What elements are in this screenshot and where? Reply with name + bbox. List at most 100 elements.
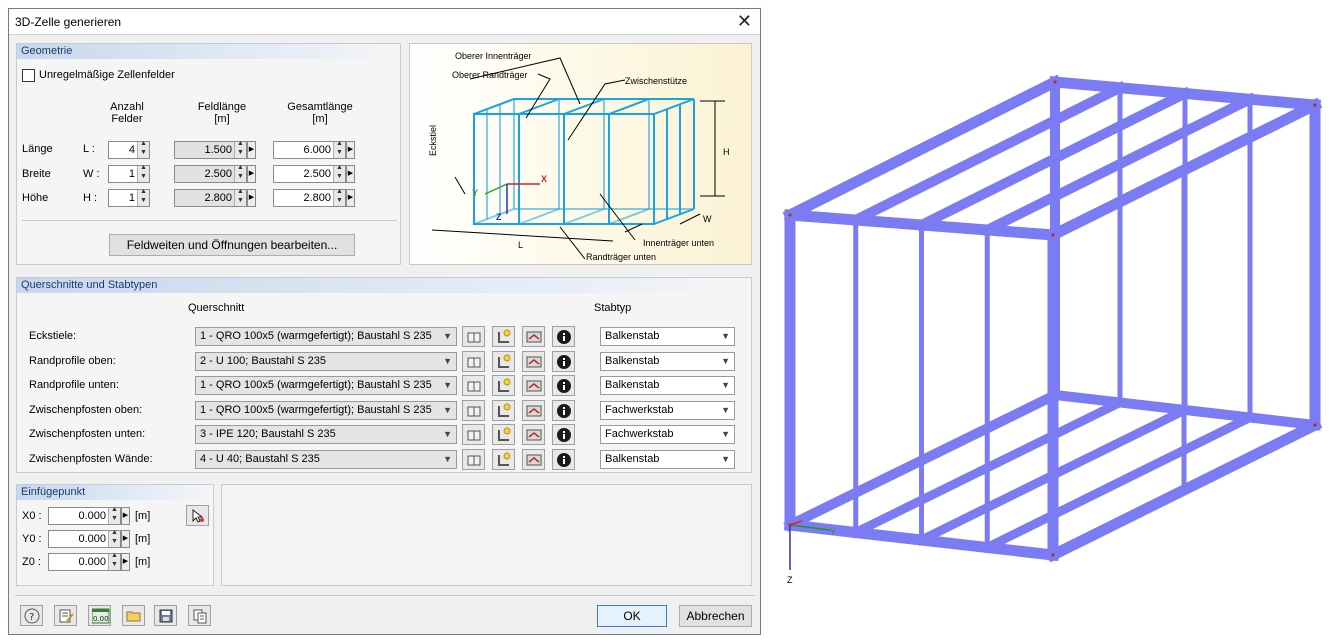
node-point[interactable] — [1313, 423, 1317, 427]
3d-model-view[interactable]: Y Z — [770, 70, 1330, 590]
new-section-button[interactable] — [492, 448, 515, 470]
edit-button[interactable] — [54, 605, 77, 626]
section-library-button[interactable] — [462, 350, 485, 372]
arrow-right-icon[interactable]: ▶ — [247, 189, 256, 207]
new-section-button[interactable] — [492, 326, 515, 347]
height-field-spinner[interactable]: 2.800 ▶ — [174, 188, 256, 207]
close-icon[interactable]: ✕ — [737, 11, 752, 32]
width-total-spinner[interactable]: 2.500 ▶ — [273, 164, 355, 183]
edit-section-button[interactable] — [522, 350, 545, 372]
spin-arrows-icon[interactable] — [333, 188, 345, 206]
open-button[interactable] — [122, 605, 145, 626]
new-section-button[interactable] — [492, 350, 515, 372]
edit-section-button[interactable] — [522, 424, 545, 445]
edit-section-button[interactable] — [522, 448, 545, 470]
section-info-button[interactable] — [552, 424, 575, 445]
arrow-right-icon[interactable]: ▶ — [121, 530, 130, 548]
member-type-select[interactable]: Fachwerkstab ▼ — [600, 425, 735, 444]
width-field-spinner[interactable]: 2.500 ▶ — [174, 164, 256, 183]
height-count-spinner[interactable]: 1 — [108, 188, 150, 207]
arrow-right-icon[interactable]: ▶ — [247, 165, 256, 183]
library-book-icon — [467, 430, 481, 441]
section-info-button[interactable] — [552, 399, 575, 421]
edit-field-widths-button[interactable]: Feldweiten und Öffnungen bearbeiten... — [109, 234, 355, 256]
height-total-spinner[interactable]: 2.800 ▶ — [273, 188, 355, 207]
ok-button[interactable]: OK — [597, 605, 667, 627]
section-info-button[interactable] — [552, 326, 575, 347]
section-info-button[interactable] — [552, 375, 575, 396]
insert-z-spinner[interactable]: 0.000 ▶ — [48, 552, 130, 571]
new-section-button[interactable] — [492, 399, 515, 421]
edit-section-button[interactable] — [522, 326, 545, 347]
section-library-button[interactable] — [462, 399, 485, 421]
col-felder-label: Felder — [111, 113, 143, 125]
arrow-right-icon[interactable]: ▶ — [247, 141, 256, 159]
section-library-button[interactable] — [462, 375, 485, 396]
cross-section-select[interactable]: 2 - U 100; Baustahl S 235 ▼ — [195, 351, 457, 371]
insert-z-value: 0.000 — [78, 556, 106, 568]
new-section-button[interactable] — [492, 424, 515, 445]
node-point[interactable] — [788, 523, 792, 527]
label-intermediate-post: Zwischenstütze — [625, 76, 688, 86]
length-total-spinner[interactable]: 6.000 ▶ — [273, 140, 355, 159]
section-info-button[interactable] — [552, 350, 575, 372]
section-library-button[interactable] — [462, 424, 485, 445]
cross-section-select[interactable]: 1 - QRO 100x5 (warmgefertigt); Baustahl … — [195, 400, 457, 420]
cross-section-select[interactable]: 1 - QRO 100x5 (warmgefertigt); Baustahl … — [195, 327, 457, 346]
arrow-right-icon[interactable]: ▶ — [346, 141, 355, 159]
node-point[interactable] — [1313, 103, 1317, 107]
arrow-right-icon[interactable]: ▶ — [121, 507, 130, 525]
member-type-select[interactable]: Balkenstab ▼ — [600, 449, 735, 469]
member-type-select[interactable]: Balkenstab ▼ — [600, 351, 735, 371]
section-library-button[interactable] — [462, 448, 485, 470]
length-field-spinner[interactable]: 1.500 ▶ — [174, 140, 256, 159]
save-button[interactable] — [154, 605, 177, 626]
spin-arrows-icon[interactable] — [108, 552, 120, 570]
spin-arrows-icon[interactable] — [333, 140, 345, 158]
section-library-button[interactable] — [462, 326, 485, 347]
node-point[interactable] — [1053, 80, 1057, 84]
insert-x-spinner[interactable]: 0.000 ▶ — [48, 506, 130, 525]
edit-section-button[interactable] — [522, 399, 545, 421]
spin-arrows-icon[interactable] — [137, 188, 149, 206]
member-type-select[interactable]: Fachwerkstab ▼ — [600, 400, 735, 420]
pick-point-button[interactable] — [186, 505, 209, 526]
width-count-spinner[interactable]: 1 — [108, 164, 150, 183]
spin-arrows-icon[interactable] — [333, 164, 345, 182]
spin-arrows-icon[interactable] — [234, 140, 246, 158]
top-edge-beam[interactable] — [782, 74, 1063, 223]
info-icon — [557, 403, 571, 418]
top-inner-beam[interactable] — [849, 81, 1127, 227]
edit-section-icon — [526, 331, 542, 343]
cross-section-select[interactable]: 1 - QRO 100x5 (warmgefertigt); Baustahl … — [195, 376, 457, 395]
spin-arrows-icon[interactable] — [108, 506, 120, 524]
member-type-select[interactable]: Balkenstab ▼ — [600, 327, 735, 346]
calculator-button[interactable]: 0.00 — [88, 605, 111, 626]
length-count-spinner[interactable]: 4 — [108, 140, 150, 159]
chevron-down-icon: ▼ — [721, 380, 730, 390]
spin-arrows-icon[interactable] — [137, 140, 149, 158]
insert-y-spinner[interactable]: 0.000 ▶ — [48, 529, 130, 548]
cancel-button[interactable]: Abbrechen — [679, 605, 752, 627]
node-point[interactable] — [1051, 553, 1055, 557]
irregular-fields-checkbox[interactable] — [22, 69, 35, 82]
node-point[interactable] — [1051, 233, 1055, 237]
cross-section-select[interactable]: 3 - IPE 120; Baustahl S 235 ▼ — [195, 425, 457, 444]
spin-arrows-icon[interactable] — [234, 164, 246, 182]
col-gesamtlaenge-unit: [m] — [312, 113, 328, 125]
node-point[interactable] — [788, 213, 792, 217]
copy-button[interactable] — [188, 605, 211, 626]
section-info-button[interactable] — [552, 448, 575, 470]
help-button[interactable]: ? — [20, 605, 43, 626]
arrow-right-icon[interactable]: ▶ — [121, 553, 130, 571]
spin-arrows-icon[interactable] — [108, 529, 120, 547]
spin-arrows-icon[interactable] — [137, 164, 149, 182]
edit-section-button[interactable] — [522, 375, 545, 396]
arrow-right-icon[interactable]: ▶ — [346, 189, 355, 207]
col-querschnitt-label: Querschnitt — [188, 302, 245, 314]
cross-section-select[interactable]: 4 - U 40; Baustahl S 235 ▼ — [195, 449, 457, 469]
spin-arrows-icon[interactable] — [234, 188, 246, 206]
member-type-select[interactable]: Balkenstab ▼ — [600, 376, 735, 395]
new-section-button[interactable] — [492, 375, 515, 396]
arrow-right-icon[interactable]: ▶ — [346, 165, 355, 183]
